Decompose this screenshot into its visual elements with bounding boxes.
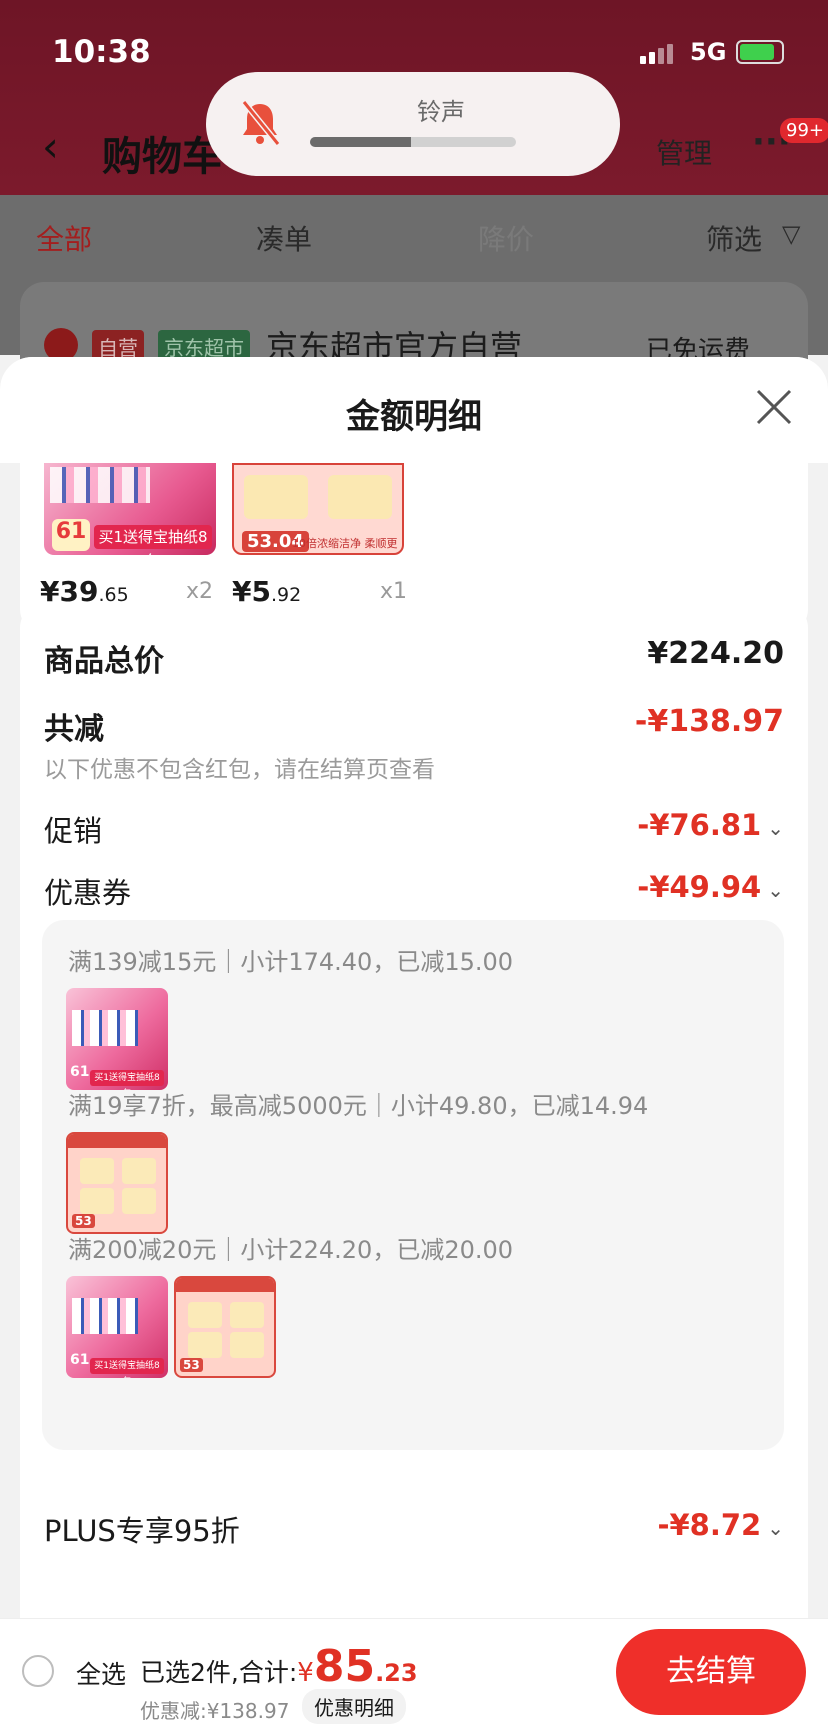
amount-detail-sheet: 金额明细 61 买1送得宝抽纸8包 53.04 10倍浓缩洁净 柔顺更留香 ¥3… [0,357,828,1732]
network-type: 5G [690,38,727,66]
discount-value: -¥138.97 [634,704,784,739]
volume-fill [310,137,411,147]
promo-value: -¥76.81 [637,808,762,842]
discount-label: 共减 [44,712,104,747]
promo-label: 促销 [44,814,103,848]
total-decimal: .23 [375,1659,418,1687]
coupon-product-thumbnail[interactable]: 53 [66,1132,168,1234]
chevron-down-icon[interactable]: ⌄ [767,1516,784,1540]
plus-label: PLUS专享95折 [44,1514,240,1548]
plus-value: -¥8.72 [657,1508,762,1542]
tab-filter[interactable]: 筛选 [706,218,762,258]
thumbnail-banner: 买1送得宝抽纸8包 [94,525,212,555]
total-summary: 已选2件,合计:¥85.23 [140,1641,418,1692]
coupon-product-thumbnail[interactable]: 61 买1送得宝抽纸8包 [66,1276,168,1378]
discount-detail-button[interactable]: 优惠明细 [302,1689,406,1724]
coupon-value: -¥49.94 [637,870,762,904]
total-value: ¥224.20 [647,636,784,671]
coupon-rule: 满19享7折，最高减5000元｜小计49.80，已减14.94 [68,1092,649,1120]
coupon-rule: 满139减15元｜小计174.40，已减15.00 [68,948,514,976]
coupon-label: 优惠券 [44,876,132,910]
total-integer: 85 [313,1641,376,1692]
discount-summary: 优惠减:¥138.97 [140,1699,290,1723]
promo-row[interactable]: -¥76.81 ⌄ [637,808,784,842]
price-breakdown: 商品总价 ¥224.20 共减 -¥138.97 以下优惠不包含红包，请在结算页… [20,602,808,1732]
sheet-header: 金额明细 [0,357,828,463]
ringtone-toast: 铃声 [206,72,620,176]
message-badge: 99+ [780,118,828,143]
total-label: 商品总价 [44,644,164,679]
checkout-button[interactable]: 去结算 [616,1629,806,1715]
status-time: 10:38 [52,34,151,70]
product-thumbnail[interactable]: 61 买1送得宝抽纸8包 [44,463,216,555]
coupon-detail-box: 满139减15元｜小计174.40，已减15.00 61 买1送得宝抽纸8包 满… [42,920,784,1450]
sheet-title: 金额明细 [346,397,482,437]
filter-icon[interactable]: ▽ [782,220,800,248]
thumbnail-text: 10倍浓缩洁净 柔顺更留香 [292,537,398,550]
volume-bar [310,137,516,147]
signal-icon [640,44,676,64]
page-title: 购物车 [102,134,222,180]
thumbnail-badge: 61 [52,519,90,551]
select-all-label[interactable]: 全选 [76,1655,126,1691]
coupon-row[interactable]: -¥49.94 ⌄ [637,870,784,904]
coupon-product-thumbnail[interactable]: 61 买1送得宝抽纸8包 [66,988,168,1090]
summary-prefix: 已选2件,合计: [140,1658,298,1687]
status-bar: 10:38 5G [0,34,828,74]
coupon-rule: 满200减20元｜小计224.20，已减20.00 [68,1236,514,1264]
toast-label: 铃声 [417,98,465,126]
product-quantity: x1 [380,579,408,604]
select-all-radio[interactable] [22,1655,54,1687]
back-icon[interactable]: ‹ [42,122,59,171]
tab-all[interactable]: 全部 [36,218,92,258]
plus-row[interactable]: -¥8.72 ⌄ [657,1508,784,1542]
tab-price-drop[interactable]: 降价 [478,218,534,258]
coupon-product-thumbnail[interactable]: 53 [174,1276,276,1378]
manage-button[interactable]: 管理 [656,132,712,172]
chevron-down-icon[interactable]: ⌄ [767,816,784,840]
tab-bundle[interactable]: 凑单 [256,218,312,258]
chevron-down-icon[interactable]: ⌄ [767,878,784,902]
discount-note: 以下优惠不包含红包，请在结算页查看 [44,757,435,783]
close-icon[interactable] [754,387,794,427]
checkout-bar: 全选 已选2件,合计:¥85.23 优惠减:¥138.97 优惠明细 去结算 [0,1618,828,1732]
battery-icon [736,40,784,64]
product-quantity: x2 [186,579,214,604]
product-thumbnail[interactable]: 53.04 10倍浓缩洁净 柔顺更留香 [232,463,404,555]
currency-symbol: ¥ [297,1658,314,1688]
